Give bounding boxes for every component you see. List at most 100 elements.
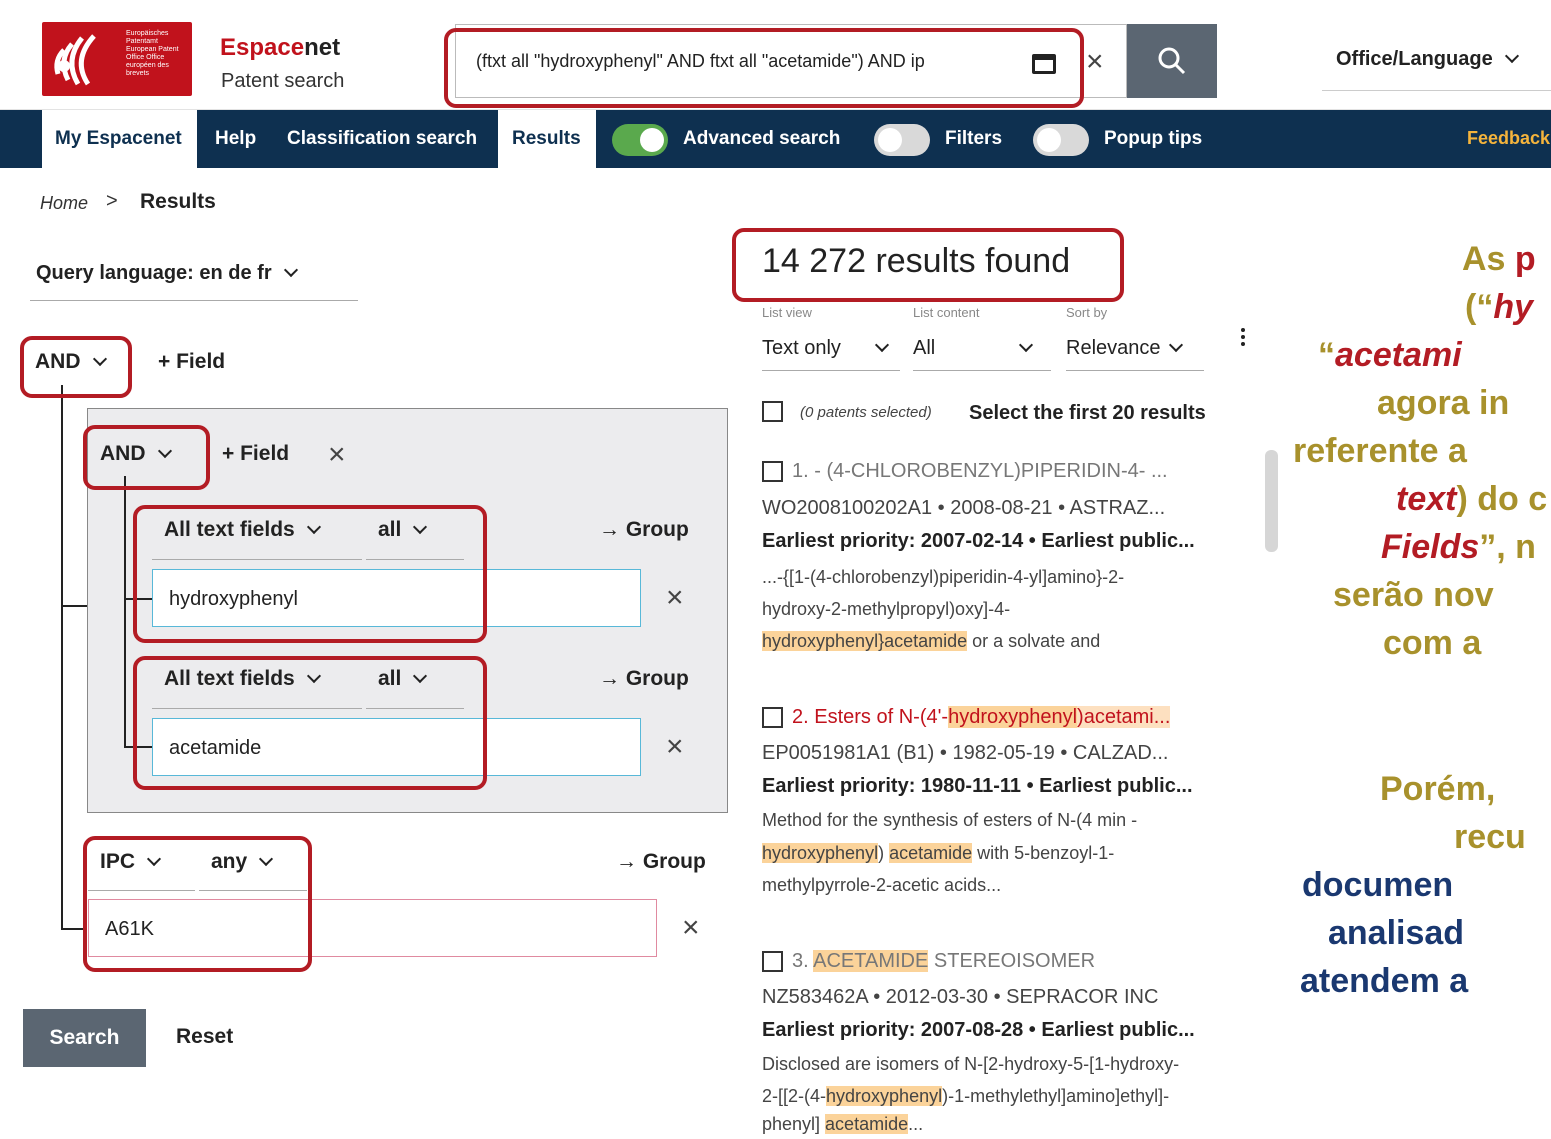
brand-espace: Espace: [220, 34, 305, 61]
annotation-line-1: As p: [1462, 240, 1536, 279]
remove-group-icon[interactable]: ×: [328, 438, 346, 472]
annotation-text: ”, n: [1479, 528, 1536, 566]
breadcrumb-home[interactable]: Home: [40, 193, 88, 214]
annotation-line-13: analisad: [1328, 914, 1465, 952]
brand-subtitle: Patent search: [221, 70, 345, 92]
result-1-snippet-line1: ...-{[1-(4-chlorobenzyl)piperidin-4-yl]a…: [762, 567, 1125, 587]
chevron-down-icon: [1168, 337, 1183, 353]
annotation-line-10: Porém,: [1380, 770, 1496, 808]
field3-group-button[interactable]: → Group: [616, 850, 706, 874]
tab-results[interactable]: Results: [498, 110, 596, 168]
highlight-box-field3: [83, 836, 312, 972]
highlight-term: hydroxyphenyl}acetamide: [762, 631, 968, 651]
annotation-text: ) do c: [1456, 480, 1548, 518]
highlight-term: ACETAMIDE: [813, 950, 929, 972]
result-1-title[interactable]: 1. - (4-CHLOROBENZYL)PIPERIDIN-4- ...: [792, 460, 1168, 483]
divider: [1322, 90, 1551, 91]
chevron-down-icon: [1019, 337, 1034, 353]
select-first-20-link[interactable]: Select the first 20 results: [969, 402, 1206, 425]
results-scrollbar[interactable]: [1265, 450, 1278, 552]
navbar: My Espacenet Help Classification search …: [0, 110, 1551, 168]
result-3-priority: Earliest priority: 2007-08-28 • Earliest…: [762, 1019, 1195, 1041]
sort-by-label: Sort by: [1066, 305, 1108, 320]
snippet-text: or a solvate and: [967, 631, 1101, 651]
list-content-dropdown[interactable]: All: [913, 337, 1034, 360]
list-view-dropdown[interactable]: Text only: [762, 337, 890, 360]
add-field-button[interactable]: + Field: [158, 350, 225, 374]
annotation-line-7: Fields”, n: [1381, 528, 1536, 567]
highlight-box-search: [444, 28, 1084, 108]
divider: [762, 370, 900, 371]
brand-name[interactable]: Espacenet: [220, 34, 340, 62]
query-language-dropdown[interactable]: Query language: en de fr: [36, 262, 298, 285]
toggle-knob: [640, 128, 664, 152]
annotation-text: As: [1462, 240, 1515, 278]
remove-field3-icon[interactable]: ×: [682, 911, 700, 945]
feedback-link[interactable]: Feedback: [1467, 128, 1550, 149]
result-1-snippet-line2: hydroxy-2-methylpropyl)oxy]-4-: [762, 599, 1011, 619]
query-language-label: Query language: en de fr: [36, 262, 272, 284]
list-view-value: Text only: [762, 337, 841, 359]
select-all-checkbox[interactable]: [762, 401, 783, 422]
title-text: 2. Esters of N-(4'-: [792, 706, 949, 728]
annotation-line-14: atendem a: [1300, 962, 1469, 1000]
result-2-title[interactable]: 2. Esters of N-(4'-hydroxyphenyl)acetami…: [792, 706, 1171, 729]
highlight-term: acetamide: [889, 843, 973, 863]
sort-by-dropdown[interactable]: Relevance: [1066, 337, 1183, 360]
tab-help[interactable]: Help: [215, 128, 256, 150]
result-3-meta: NZ583462A • 2012-03-30 • SEPRACOR INC: [762, 986, 1159, 1008]
annotation-line-11: recu: [1454, 818, 1526, 856]
office-language-dropdown[interactable]: Office/Language: [1336, 48, 1519, 71]
highlight-term: hydroxyphenyl: [948, 706, 1078, 728]
result-3-snippet-line3: phenyl] acetamide...: [762, 1114, 923, 1135]
result-3-snippet-line2: 2-[[2-(4-hydroxyphenyl)-1-methylethyl]am…: [762, 1086, 1169, 1107]
query-reset-button[interactable]: Reset: [176, 1025, 233, 1049]
snippet-text: 2-[[2-(4-: [762, 1086, 827, 1106]
advanced-search-toggle[interactable]: [612, 124, 668, 156]
breadcrumb-separator: >: [106, 190, 118, 212]
search-icon: [1158, 47, 1186, 75]
result-3-checkbox[interactable]: [762, 951, 783, 972]
list-view-label: List view: [762, 305, 812, 320]
annotation-text: (“: [1465, 288, 1494, 326]
group-add-field-button[interactable]: + Field: [222, 442, 289, 466]
clear-icon[interactable]: ×: [1086, 45, 1104, 79]
divider: [913, 370, 1051, 371]
annotation-line-5: referente a: [1293, 432, 1467, 470]
filters-toggle[interactable]: [874, 124, 930, 156]
result-1-priority: Earliest priority: 2007-02-14 • Earliest…: [762, 530, 1195, 552]
toggle-knob: [1037, 128, 1061, 152]
annotation-line-4: agora in: [1377, 384, 1510, 422]
list-content-value: All: [913, 337, 936, 359]
result-2-meta: EP0051981A1 (B1) • 1982-05-19 • CALZAD..…: [762, 742, 1169, 764]
sort-by-value: Relevance: [1066, 337, 1161, 359]
annotation-line-12: documen: [1302, 866, 1454, 904]
highlight-term: hydroxyphenyl: [826, 1086, 943, 1106]
remove-field1-icon[interactable]: ×: [666, 581, 684, 615]
result-2-checkbox[interactable]: [762, 707, 783, 728]
field2-group-button[interactable]: → Group: [599, 667, 689, 691]
results-count: 14 272 results found: [762, 242, 1071, 280]
title-text: )acetami...: [1077, 706, 1171, 728]
epo-logo[interactable]: Europäisches Patentamt European Patent O…: [42, 22, 192, 96]
tree-connector: [61, 605, 87, 607]
field1-group-button[interactable]: → Group: [599, 518, 689, 542]
tab-my-espacenet[interactable]: My Espacenet: [42, 110, 197, 168]
chevron-down-icon: [1504, 48, 1519, 64]
search-button[interactable]: [1127, 24, 1217, 98]
annotation-line-9: com a: [1383, 624, 1482, 662]
annotation-line-6: text) do c: [1396, 480, 1547, 519]
remove-field2-icon[interactable]: ×: [666, 730, 684, 764]
popup-tips-toggle[interactable]: [1033, 124, 1089, 156]
breadcrumb-current: Results: [140, 190, 216, 213]
result-2-snippet-line2: hydroxyphenyl) acetamide with 5-benzoyl-…: [762, 843, 1114, 864]
more-options-icon[interactable]: [1241, 328, 1245, 348]
chevron-down-icon: [283, 262, 298, 278]
result-1-checkbox[interactable]: [762, 461, 783, 482]
annotation-line-3: “acetami: [1318, 336, 1462, 375]
tab-classification-search[interactable]: Classification search: [287, 128, 477, 150]
result-3-title[interactable]: 3. ACETAMIDE STEREOISOMER: [792, 950, 1095, 973]
annotation-line-2: (“hy: [1465, 288, 1533, 327]
query-search-button[interactable]: Search: [23, 1009, 146, 1067]
tree-connector: [124, 476, 126, 748]
